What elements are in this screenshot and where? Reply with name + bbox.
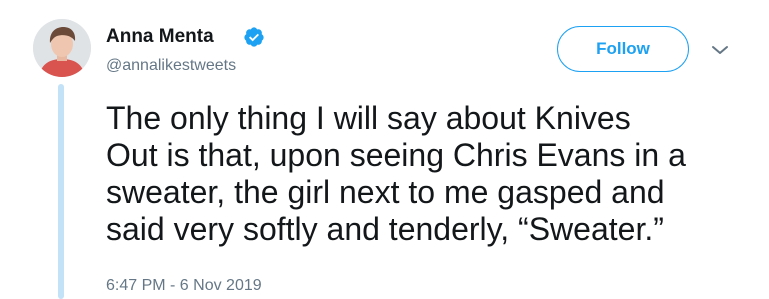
tweet-text-line: said very softly and tenderly, “Sweater.… <box>106 211 664 247</box>
verified-badge-icon <box>244 27 264 47</box>
tweet-text: The only thing I will say about Knives O… <box>106 100 746 248</box>
avatar[interactable] <box>33 19 91 77</box>
chevron-down-icon[interactable] <box>710 43 730 57</box>
follow-button[interactable]: Follow <box>557 26 689 72</box>
tweet-timestamp[interactable]: 6:47 PM - 6 Nov 2019 <box>106 276 262 296</box>
avatar-photo <box>33 19 91 77</box>
author-display-name[interactable]: Anna Menta <box>106 26 214 48</box>
tweet-card: Anna Menta @annalikestweets Follow The o… <box>0 0 769 299</box>
tweet-text-line: sweater, the girl next to me gasped and <box>106 174 665 210</box>
tweet-text-line: The only thing I will say about Knives <box>106 100 631 136</box>
thread-line <box>58 84 64 299</box>
author-handle[interactable]: @annalikestweets <box>106 56 236 76</box>
tweet-text-line: Out is that, upon seeing Chris Evans in … <box>106 137 686 173</box>
